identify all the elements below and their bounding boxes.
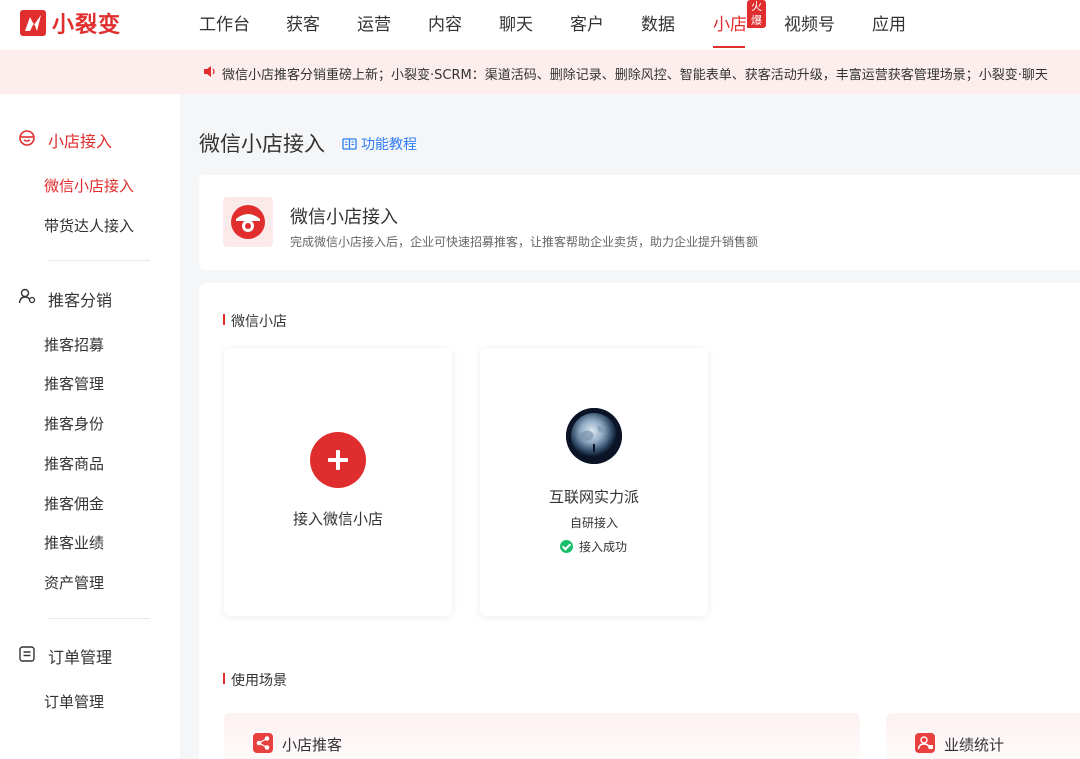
app-logo[interactable]: 小裂变	[20, 9, 121, 37]
order-icon	[18, 645, 36, 663]
sidebar-item-promoter-manage[interactable]: 推客管理	[44, 373, 104, 394]
intro-description: 完成微信小店接入后，企业可快速招募推客，让推客帮助企业卖货，助力企业提升销售额	[290, 233, 758, 250]
announcement-text[interactable]: 微信小店推客分销重磅上新；小裂变·SCRM：渠道活码、删除记录、删除风控、智能表…	[222, 64, 1048, 83]
logo-text: 小裂变	[52, 7, 121, 39]
shop-status-label: 接入成功	[579, 538, 627, 555]
hot-badge: 火爆	[747, 0, 766, 28]
sidebar-item-order-manage[interactable]: 订单管理	[44, 691, 104, 712]
intro-title: 微信小店接入	[290, 203, 398, 229]
nav-item-acquire[interactable]: 获客	[286, 10, 320, 35]
main-card: 微信小店 接入微信小店 互联网	[199, 283, 1080, 759]
tutorial-link-label: 功能教程	[361, 134, 417, 154]
section-title-wechat-shop: 微信小店	[223, 311, 287, 331]
add-shop-label: 接入微信小店	[224, 508, 452, 529]
wechat-shop-logo	[223, 197, 273, 247]
scene-card-performance[interactable]: 业绩统计	[886, 713, 1080, 759]
nav-item-customer[interactable]: 客户	[570, 10, 604, 35]
wechat-shop-icon	[223, 197, 273, 247]
user-stats-icon	[915, 733, 935, 753]
book-icon	[342, 138, 357, 150]
shop-icon	[18, 129, 36, 147]
sidebar-item-wechat-shop-access[interactable]: 微信小店接入	[44, 175, 134, 196]
sidebar-divider	[48, 260, 150, 261]
scene-card-shop-promoter[interactable]: 小店推客	[224, 713, 860, 759]
plus-icon[interactable]	[310, 432, 366, 488]
speaker-icon	[203, 65, 217, 78]
scene-title-performance: 业绩统计	[944, 734, 1004, 755]
nav-item-workbench[interactable]: 工作台	[199, 10, 250, 35]
top-navbar: 小裂变 工作台 获客 运营 内容 聊天 客户 数据 小店 火爆 视频号 应用	[0, 0, 1080, 50]
sidebar: 小店接入 微信小店接入 带货达人接入 推客分销 推客招募 推客管理 推客身份 推…	[0, 94, 180, 759]
sidebar-group-orders[interactable]: 订单管理	[48, 644, 112, 668]
sidebar-item-promoter-products[interactable]: 推客商品	[44, 453, 104, 474]
shop-status: 接入成功	[560, 538, 627, 555]
share-icon	[253, 733, 273, 753]
sidebar-group-shop-access[interactable]: 小店接入	[48, 128, 112, 152]
sidebar-item-promoter-identity[interactable]: 推客身份	[44, 413, 104, 434]
sidebar-item-promoter-commission[interactable]: 推客佣金	[44, 493, 104, 514]
shop-avatar	[566, 408, 622, 464]
sidebar-group-distribution[interactable]: 推客分销	[48, 287, 112, 311]
distribution-icon	[18, 287, 36, 305]
add-shop-card[interactable]: 接入微信小店	[224, 348, 452, 616]
shop-name: 互联网实力派	[480, 486, 708, 507]
shop-card[interactable]: 互联网实力派 自研接入 接入成功	[480, 348, 708, 616]
nav-item-shop[interactable]: 小店	[713, 10, 747, 35]
sidebar-item-promoter-performance[interactable]: 推客业绩	[44, 532, 104, 553]
active-nav-underline	[713, 46, 745, 48]
nav-item-data[interactable]: 数据	[641, 10, 675, 35]
sidebar-item-asset-manage[interactable]: 资产管理	[44, 572, 104, 593]
sidebar-divider	[48, 618, 150, 619]
logo-icon	[20, 10, 46, 36]
nav-item-chat[interactable]: 聊天	[499, 10, 533, 35]
sidebar-item-recruit[interactable]: 推客招募	[44, 334, 104, 355]
nav-item-content[interactable]: 内容	[428, 10, 462, 35]
check-circle-icon	[560, 540, 573, 553]
scene-title-shop-promoter: 小店推客	[282, 734, 342, 755]
nav-item-operate[interactable]: 运营	[357, 10, 391, 35]
shop-access-type: 自研接入	[480, 514, 708, 531]
section-title-scenes: 使用场景	[223, 670, 287, 690]
announcement-bar: 微信小店推客分销重磅上新；小裂变·SCRM：渠道活码、删除记录、删除风控、智能表…	[0, 50, 1080, 94]
page-title: 微信小店接入	[199, 128, 325, 158]
sidebar-item-influencer-access[interactable]: 带货达人接入	[44, 215, 134, 236]
nav-item-channels[interactable]: 视频号	[784, 10, 835, 35]
intro-card: 微信小店接入 完成微信小店接入后，企业可快速招募推客，让推客帮助企业卖货，助力企…	[199, 175, 1080, 270]
nav-item-apps[interactable]: 应用	[872, 10, 906, 35]
tutorial-link[interactable]: 功能教程	[342, 134, 417, 154]
